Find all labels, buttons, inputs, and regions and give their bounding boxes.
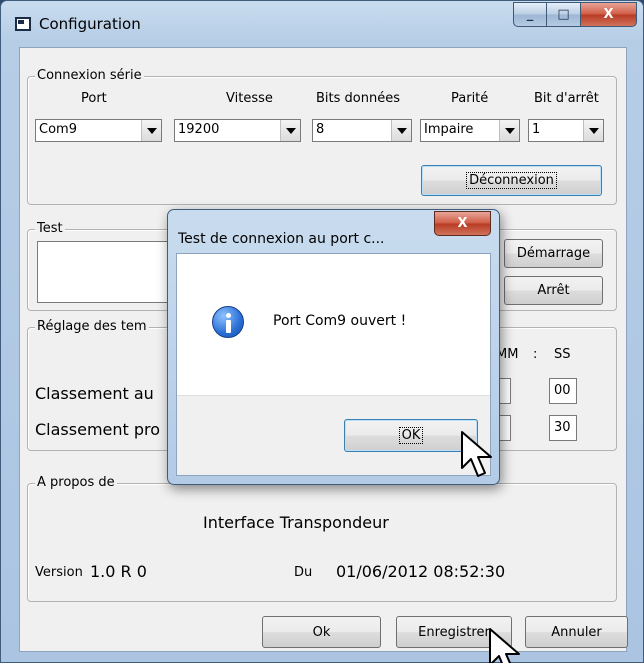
version-value: 1.0 R 0: [90, 562, 147, 581]
version-label: Version: [35, 565, 83, 580]
header-parite: Parité: [451, 91, 489, 106]
info-icon: [212, 306, 244, 338]
dialog-title: Test de connexion au port c...: [178, 231, 385, 247]
save-label: Enregistrer: [418, 624, 490, 640]
stop-label: Arrêt: [537, 283, 570, 298]
group-title-serial: Connexion série: [35, 68, 144, 84]
ranking-label-1: Classement au: [35, 384, 154, 403]
ok-button[interactable]: Ok: [262, 616, 381, 648]
mouse-cursor-icon: [489, 628, 520, 663]
close-icon: X: [603, 7, 614, 22]
close-icon: X: [457, 216, 468, 231]
stop-button[interactable]: Arrêt: [504, 276, 603, 305]
header-bits: Bits données: [316, 91, 400, 106]
ok-label: Ok: [312, 624, 331, 640]
stop-bit-select[interactable]: 1: [528, 119, 604, 142]
dialog-footer: OK: [177, 395, 490, 475]
parity-value: Impaire: [424, 122, 474, 137]
speed-value: 19200: [178, 122, 220, 137]
chevron-down-icon[interactable]: [583, 120, 603, 141]
chevron-down-icon[interactable]: [280, 120, 300, 141]
data-bits-select[interactable]: 8: [312, 119, 412, 142]
speed-select[interactable]: 19200: [174, 119, 301, 142]
dialog-body: Port Com9 ouvert ! OK: [176, 253, 491, 476]
app-name: Interface Transpondeur: [203, 513, 389, 532]
about-group: A propos de Interface Transpondeur Versi…: [27, 475, 617, 602]
group-title-about: A propos de: [35, 475, 117, 491]
app-window-icon: [15, 17, 31, 31]
serial-connection-group: Connexion série Port Vitesse Bits donnée…: [27, 68, 617, 205]
disconnect-button[interactable]: Déconnexion: [421, 165, 602, 196]
minimize-icon: _: [526, 7, 534, 22]
chevron-down-icon[interactable]: [391, 120, 411, 141]
header-vitesse: Vitesse: [226, 91, 273, 106]
disconnect-label: Déconnexion: [466, 172, 557, 189]
maximize-icon: □: [557, 7, 570, 22]
header-arret: Bit d'arrêt: [534, 91, 599, 106]
parity-select[interactable]: Impaire: [420, 119, 520, 142]
header-port: Port: [81, 91, 107, 106]
maximize-button[interactable]: □: [547, 2, 581, 27]
row1-seconds-field[interactable]: 00: [549, 378, 577, 404]
start-button[interactable]: Démarrage: [504, 239, 603, 268]
close-button[interactable]: X: [581, 2, 637, 27]
window-title: Configuration: [39, 15, 141, 33]
connection-test-dialog: Test de connexion au port c... X Port Co…: [167, 209, 500, 485]
port-value: Com9: [39, 122, 77, 137]
start-label: Démarrage: [516, 246, 591, 261]
dialog-close-button[interactable]: X: [434, 211, 491, 236]
stop-bit-value: 1: [532, 122, 541, 137]
group-title-timing: Réglage des tem: [35, 319, 149, 335]
cancel-label: Annuler: [551, 624, 602, 640]
group-title-test: Test: [35, 221, 65, 237]
dialog-ok-button[interactable]: OK: [344, 419, 478, 452]
column-ss: SS: [554, 347, 571, 362]
date-label: Du: [294, 565, 313, 580]
chevron-down-icon[interactable]: [141, 120, 161, 141]
dialog-ok-label: OK: [398, 427, 424, 444]
data-bits-value: 8: [316, 122, 325, 137]
row2-seconds-field[interactable]: 30: [549, 415, 577, 441]
caption-buttons: _ □ X: [513, 2, 637, 27]
chevron-down-icon[interactable]: [499, 120, 519, 141]
dialog-message: Port Com9 ouvert !: [273, 313, 407, 329]
port-select[interactable]: Com9: [35, 119, 162, 142]
minimize-button[interactable]: _: [513, 2, 547, 27]
title-bar[interactable]: Configuration _ □ X: [1, 1, 643, 47]
column-separator: :: [533, 347, 538, 362]
date-value: 01/06/2012 08:52:30: [336, 562, 506, 581]
ranking-label-2: Classement pro: [35, 420, 161, 439]
mouse-cursor-icon: [461, 431, 492, 477]
cancel-button[interactable]: Annuler: [525, 616, 628, 648]
